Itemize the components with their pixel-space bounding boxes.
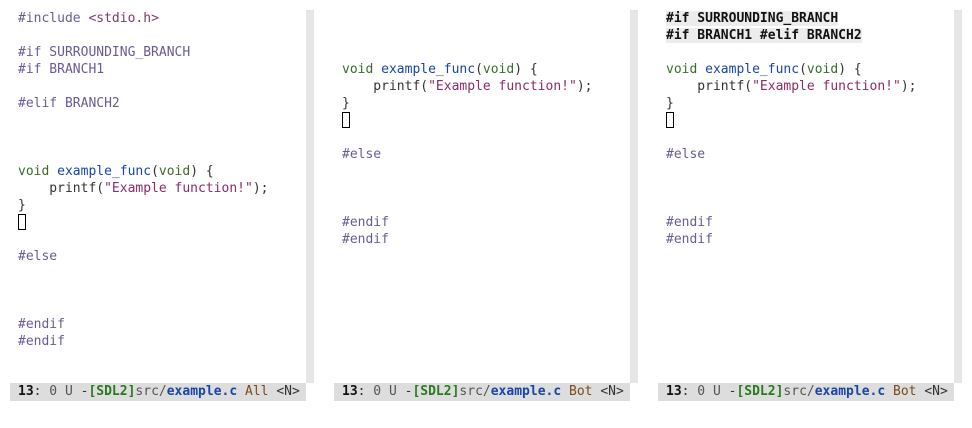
code-line: void example_func(void) { [666,62,862,77]
editor-pane-1[interactable]: #include <stdio.h> #if SURROUNDING_BRANC… [10,10,306,401]
mode-line[interactable]: 13: 0 U -[SDL2]src/example.c All <N> [10,383,306,401]
editor-pane-2[interactable]: void example_func(void) { printf("Exampl… [334,10,630,401]
cursor-line[interactable] [342,112,350,129]
code-line: printf("Example function!"); [666,79,917,94]
cursor-line[interactable] [666,112,674,129]
text-cursor [342,112,350,128]
text-cursor [666,112,674,128]
mode-line[interactable]: 13: 0 U -[SDL2]src/example.c Bot <N> [658,383,954,401]
code-line: #endif [342,232,389,247]
code-line: #else [18,249,58,264]
code-line: #endif [666,232,713,247]
text-cursor [18,214,26,230]
code-line: #if BRANCH1 [18,62,105,77]
editor-pane-3[interactable]: #if SURROUNDING_BRANCH #if BRANCH1 #elif… [658,10,954,401]
code-line: #else [342,147,382,162]
sticky-header-line: #if SURROUNDING_BRANCH [666,11,839,26]
code-line: #endif [18,317,65,332]
code-line: printf("Example function!"); [18,181,269,196]
code-line: printf("Example function!"); [342,79,593,94]
code-line: #else [666,147,706,162]
code-line: #endif [18,334,65,349]
code-line: } [666,96,674,111]
cursor-line[interactable] [18,214,26,231]
code-line: } [342,96,350,111]
code-line: #elif BRANCH2 [18,96,120,111]
vertical-scrollbar[interactable] [954,10,962,383]
vertical-scrollbar[interactable] [306,10,314,383]
code-line: #endif [342,215,389,230]
sticky-header-line: #if BRANCH1 #elif BRANCH2 [666,28,862,43]
vertical-scrollbar[interactable] [630,10,638,383]
code-line: #if SURROUNDING_BRANCH [18,45,191,60]
code-line: #endif [666,215,713,230]
code-line: void example_func(void) { [18,164,214,179]
code-line: } [18,198,26,213]
mode-line[interactable]: 13: 0 U -[SDL2]src/example.c Bot <N> [334,383,630,401]
code-line: void example_func(void) { [342,62,538,77]
code-line: #include <stdio.h> [18,11,159,26]
